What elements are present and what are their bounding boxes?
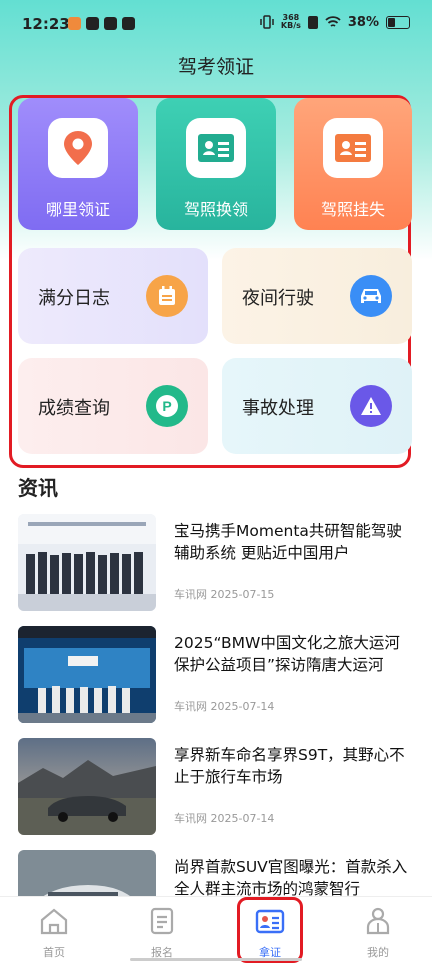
- news-meta: 车讯网 2025-07-14: [174, 698, 274, 714]
- score-query-card[interactable]: 成绩查询 P: [18, 358, 208, 454]
- news-source: 车讯网: [174, 812, 207, 825]
- license-loss-card[interactable]: 驾照挂失: [294, 98, 412, 230]
- home-icon: [40, 908, 68, 935]
- parking-icon: P: [146, 385, 188, 427]
- night-driving-card[interactable]: 夜间行驶: [222, 248, 412, 344]
- card-label: 驾照换领: [183, 200, 248, 219]
- status-right: 368 KB/s 38%: [260, 14, 410, 30]
- news-thumbnail: [18, 626, 156, 723]
- tab-home[interactable]: 首页: [14, 905, 94, 960]
- notification-app-icon: [104, 17, 117, 30]
- location-pin-icon: [48, 118, 108, 178]
- news-source: 车讯网: [174, 700, 207, 713]
- news-title: 宝马携手Momenta共研智能驾驶辅助系统 更贴近中国用户: [174, 522, 402, 562]
- news-title: 享界新车命名享界S9T，其野心不止于旅行车市场: [174, 746, 405, 786]
- battery-icon: [386, 15, 410, 29]
- news-source: 车讯网: [174, 588, 207, 601]
- license-renewal-card[interactable]: 驾照换领: [156, 98, 276, 230]
- card-label: 成绩查询: [38, 398, 110, 419]
- calendar-icon: [146, 275, 188, 317]
- sim-icon: [307, 15, 318, 29]
- news-date: 2025-07-14: [210, 812, 275, 825]
- news-date: 2025-07-15: [210, 588, 275, 601]
- person-icon: [366, 907, 390, 935]
- tab-signup[interactable]: 报名: [122, 905, 202, 960]
- card-label: 事故处理: [242, 398, 314, 419]
- notification-icons: [68, 17, 135, 30]
- home-indicator: [130, 958, 302, 961]
- card-label: 哪里领证: [45, 200, 110, 219]
- tab-label: 我的: [367, 946, 389, 959]
- news-meta: 车讯网 2025-07-14: [174, 810, 274, 826]
- battery-percent: 38%: [347, 14, 379, 30]
- news-heading: 资讯: [18, 476, 58, 500]
- svg-text:P: P: [162, 398, 171, 414]
- news-date: 2025-07-14: [210, 700, 275, 713]
- status-bar: 12:23 368 KB/s 38%: [0, 0, 432, 50]
- bottom-tab-bar: 首页 报名 拿证 我的: [0, 896, 432, 965]
- notification-app-icon: [86, 17, 99, 30]
- network-speed: 368 KB/s: [281, 14, 301, 30]
- where-get-license-card[interactable]: 哪里领证: [18, 98, 138, 230]
- wifi-icon: [325, 15, 341, 27]
- status-time: 12:23: [22, 15, 70, 33]
- tab-mine[interactable]: 我的: [338, 905, 418, 960]
- full-score-log-card[interactable]: 满分日志: [18, 248, 208, 344]
- id-card-icon: [323, 118, 383, 178]
- speed-unit: KB/s: [280, 21, 301, 30]
- news-title: 2025“BMW中国文化之旅大运河保护公益项目”探访隋唐大运河: [174, 634, 400, 674]
- page-title: 驾考领证: [177, 56, 254, 78]
- news-thumbnail: [18, 738, 156, 835]
- warning-icon: [350, 385, 392, 427]
- card-label: 满分日志: [38, 288, 110, 309]
- form-icon: [150, 907, 174, 935]
- notification-app-icon: [122, 17, 135, 30]
- news-item[interactable]: 享界新车命名享界S9T，其野心不止于旅行车市场 车讯网 2025-07-14: [18, 738, 418, 838]
- vibrate-icon: [260, 15, 274, 29]
- news-title: 尚界首款SUV官图曝光：首款杀入全人群主流市场的鸿蒙智行: [174, 858, 408, 898]
- car-icon: [350, 275, 392, 317]
- news-item[interactable]: 宝马携手Momenta共研智能驾驶辅助系统 更贴近中国用户 车讯网 2025-0…: [18, 514, 418, 614]
- accident-handling-card[interactable]: 事故处理: [222, 358, 412, 454]
- card-label: 驾照挂失: [320, 200, 385, 219]
- id-card-icon: [186, 118, 246, 178]
- highlight-frame-tab: [237, 897, 303, 963]
- news-thumbnail: [18, 514, 156, 611]
- tab-label: 首页: [43, 946, 65, 959]
- notification-app-icon: [68, 17, 81, 30]
- card-label: 夜间行驶: [242, 288, 314, 309]
- news-item[interactable]: 2025“BMW中国文化之旅大运河保护公益项目”探访隋唐大运河 车讯网 2025…: [18, 626, 418, 726]
- news-meta: 车讯网 2025-07-15: [174, 586, 274, 602]
